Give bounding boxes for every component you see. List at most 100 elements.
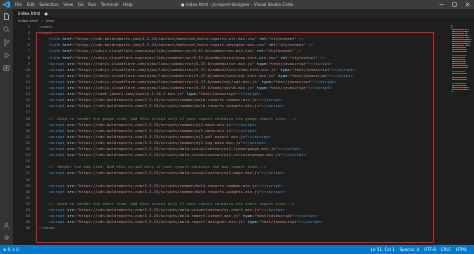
minimap-segment: [451, 55, 467, 56]
source-control-icon[interactable]: [2, 38, 11, 47]
code-token: />: [299, 36, 304, 42]
minimap[interactable]: [449, 23, 474, 245]
code-token: >: [320, 219, 323, 225]
extensions-icon[interactable]: [2, 64, 11, 73]
maximize-button[interactable]: [448, 0, 461, 9]
code-token: script: [266, 97, 281, 103]
minimap-segment: [453, 63, 464, 64]
menu-item-view[interactable]: View: [63, 0, 73, 9]
code-token: "text/javascript": [292, 66, 332, 72]
explorer-icon[interactable]: [2, 12, 11, 21]
code-token: "https://cdn.boldreports.com/3.3.23/scri…: [76, 97, 260, 103]
code-token: >: [263, 139, 267, 145]
code-token: >: [254, 121, 257, 127]
code-token: type: [242, 213, 253, 219]
code-token: >: [254, 127, 257, 133]
close-button[interactable]: [461, 0, 474, 9]
code-text: </head>: [39, 225, 55, 231]
code-token: ></: [331, 66, 339, 72]
run-debug-icon[interactable]: [2, 51, 11, 60]
minimap-segment: [453, 35, 466, 36]
breadcrumb-item-html[interactable]: html: [46, 18, 55, 23]
code-token: "text/javascript": [268, 85, 309, 90]
code-token: script: [315, 85, 330, 90]
problems-indicator[interactable]: ⊗ 0 ⚠ 0: [3, 247, 19, 252]
code-token: >: [280, 182, 283, 188]
minimap-segment: [451, 71, 465, 72]
code-token: "https://cdn.boldreports.com/3.3.23/scri…: [76, 139, 243, 145]
code-token: type: [277, 72, 288, 78]
minimap-segment: [453, 61, 464, 62]
code-token: script: [320, 78, 335, 84]
breadcrumb-item-file[interactable]: index.html: [18, 18, 38, 23]
minimap-segment: [453, 31, 466, 32]
menu-item-selection[interactable]: Selection: [39, 0, 58, 9]
line-ending-indicator[interactable]: CRLF: [441, 247, 451, 252]
code-token: script: [50, 188, 65, 194]
code-token: ></: [261, 170, 269, 176]
code-token: script: [266, 182, 281, 188]
code-token: "https://cdn.boldreports.com/3.3.23/scri…: [76, 133, 248, 139]
vscode-logo-icon: [3, 1, 11, 8]
search-icon[interactable]: [2, 25, 11, 34]
menu-bar: File Edit Selection View Go Run Terminal…: [15, 0, 137, 9]
code-token: "https://cdn.boldreports.com/3.3.23/scri…: [76, 121, 234, 127]
settings-gear-icon[interactable]: [2, 233, 11, 242]
status-bar: ⊗ 0 ⚠ 0 Ln 51, Col 1 Spaces: 4 UTF-8 CRL…: [0, 245, 474, 254]
cursor-position[interactable]: Ln 51, Col 1: [371, 247, 395, 252]
minimap-segment: [453, 57, 464, 58]
code-token: script: [284, 146, 300, 151]
minimap-segment: [453, 59, 464, 60]
language-mode-indicator[interactable]: HTML: [456, 247, 467, 252]
code-editor[interactable]: 3 <head> 4 <head> 5 <link href="https://cdn.…: [13, 23, 474, 245]
menu-item-help[interactable]: Help: [123, 0, 133, 9]
code-token: <!--Render the map item. Add this script…: [48, 164, 267, 170]
menu-item-edit[interactable]: Edit: [27, 0, 35, 9]
minimap-segment: [453, 41, 466, 42]
code-token: script: [249, 139, 264, 145]
code-token: script: [301, 213, 316, 219]
code-token: script: [50, 139, 65, 145]
code-token: rel: [256, 48, 264, 54]
code-token: type: [280, 66, 290, 72]
code-token: script: [306, 219, 321, 225]
indentation-indicator[interactable]: Spaces: 4: [400, 247, 419, 252]
code-token: "https://cdn.boldreports.com/3.3.23/scri…: [76, 182, 260, 188]
menu-item-run[interactable]: Run: [88, 0, 96, 9]
tab-modified-dot-icon[interactable]: ●: [44, 11, 48, 16]
code-token: "https://cdn.boldreports.com/3.3.23/scri…: [76, 146, 278, 151]
code-token: link: [50, 54, 61, 60]
code-token: />: [320, 54, 325, 60]
code-token: >: [350, 72, 353, 78]
code-token: "https://cdnjs.cloudflare.com/ajax/libs/…: [74, 54, 278, 60]
minimap-segment: [453, 65, 466, 66]
minimap-segment: [453, 51, 465, 52]
encoding-indicator[interactable]: UTF-8: [424, 247, 436, 252]
minimap-segment: [453, 29, 465, 30]
menu-item-file[interactable]: File: [15, 0, 22, 9]
code-token: script: [50, 219, 65, 225]
tab-index-html[interactable]: index.html ●: [13, 9, 48, 17]
code-token: "stylesheet": [277, 42, 307, 48]
code-token: <!--Used to render the gauge item. Add t…: [48, 115, 297, 121]
menu-item-go[interactable]: Go: [78, 0, 84, 9]
code-token: script: [289, 152, 304, 158]
account-icon[interactable]: [2, 221, 11, 230]
code-token: script: [240, 127, 255, 133]
code-token: >: [282, 103, 285, 109]
minimize-button[interactable]: [435, 0, 448, 9]
menu-item-terminal[interactable]: Terminal: [101, 0, 119, 9]
code-token: "https://cdn.boldreports.com/3.3.23/scri…: [76, 170, 262, 176]
code-line[interactable]: 36 </head>: [13, 225, 474, 231]
code-token: />: [308, 42, 314, 48]
code-token: href: [62, 42, 72, 48]
